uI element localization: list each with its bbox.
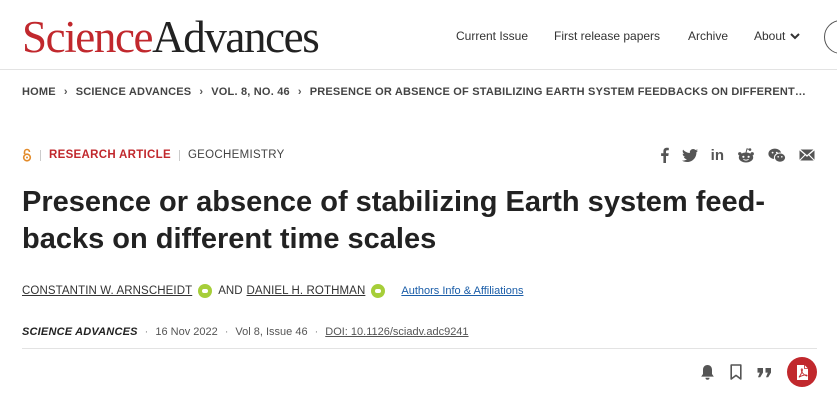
nav-first-release-papers[interactable]: First release papers <box>554 29 660 43</box>
breadcrumb: HOME › SCIENCE ADVANCES › VOL. 8, NO. 46… <box>22 86 822 98</box>
divider <box>22 348 817 349</box>
volume-issue[interactable]: Vol 8, Issue 46 <box>235 326 307 338</box>
pdf-download-button[interactable] <box>787 357 817 387</box>
article-title: Presence or absence of stabilizing Earth… <box>22 186 765 255</box>
logo-advances: Advances <box>152 12 320 62</box>
facebook-icon[interactable] <box>660 146 669 164</box>
nav-about[interactable]: About <box>754 29 801 43</box>
separator <box>178 149 180 161</box>
author-link[interactable]: DANIEL H. ROTHMAN <box>247 285 366 297</box>
article-subject[interactable]: GEOCHEMISTRY <box>188 149 285 161</box>
share-bar: in <box>660 146 815 164</box>
separator: · <box>144 326 149 338</box>
breadcrumb-current: PRESENCE OR ABSENCE OF STABILIZING EARTH… <box>309 86 807 98</box>
open-access-icon <box>22 148 32 162</box>
article-meta: RESEARCH ARTICLE GEOCHEMISTRY <box>22 148 285 162</box>
publication-info: SCIENCE ADVANCES · 16 Nov 2022 · Vol 8, … <box>22 326 469 338</box>
publication-date: 16 Nov 2022 <box>155 326 218 338</box>
separator: · <box>314 326 319 338</box>
article-actions <box>700 357 817 387</box>
cite-quote-icon[interactable] <box>757 367 772 378</box>
reddit-icon[interactable] <box>737 146 755 164</box>
wechat-icon[interactable] <box>768 146 786 164</box>
author-list: CONSTANTIN W. ARNSCHEIDT AND DANIEL H. R… <box>22 284 523 298</box>
orcid-icon[interactable] <box>371 284 386 298</box>
separator <box>40 149 41 161</box>
logo-science: Science <box>22 12 154 62</box>
email-icon[interactable] <box>799 146 815 164</box>
twitter-icon[interactable] <box>681 146 698 164</box>
breadcrumb-journal[interactable]: SCIENCE ADVANCES <box>76 86 192 98</box>
article-type: RESEARCH ARTICLE <box>49 149 171 161</box>
author-link[interactable]: CONSTANTIN W. ARNSCHEIDT <box>22 285 192 297</box>
orcid-icon[interactable] <box>198 284 213 298</box>
authors-affiliations-link[interactable]: Authors Info & Affiliations <box>401 285 523 297</box>
breadcrumb-issue[interactable]: VOL. 8, NO. 46 <box>211 86 290 98</box>
science-advances-logo[interactable]: ScienceAdvances <box>22 12 320 62</box>
nav-about-label: About <box>754 29 786 43</box>
nav-archive[interactable]: Archive <box>688 29 728 43</box>
chevron-right-icon: › <box>63 86 68 98</box>
nav-current-issue[interactable]: Current Issue <box>456 29 528 43</box>
breadcrumb-home[interactable]: HOME <box>22 86 56 98</box>
journal-name[interactable]: SCIENCE ADVANCES <box>22 326 138 338</box>
bookmark-icon[interactable] <box>730 364 742 380</box>
site-header: ScienceAdvances Current Issue First rele… <box>0 0 837 70</box>
separator: · <box>224 326 229 338</box>
linkedin-icon[interactable]: in <box>711 146 724 164</box>
alert-bell-icon[interactable] <box>700 364 715 381</box>
chevron-right-icon: › <box>297 86 302 98</box>
chevron-down-icon <box>790 32 801 39</box>
search-button[interactable] <box>824 20 837 54</box>
chevron-right-icon: › <box>199 86 204 98</box>
author-conjunction: AND <box>218 285 243 297</box>
pdf-icon <box>796 364 808 380</box>
doi-link[interactable]: DOI: 10.1126/sciadv.adc9241 <box>325 326 468 338</box>
